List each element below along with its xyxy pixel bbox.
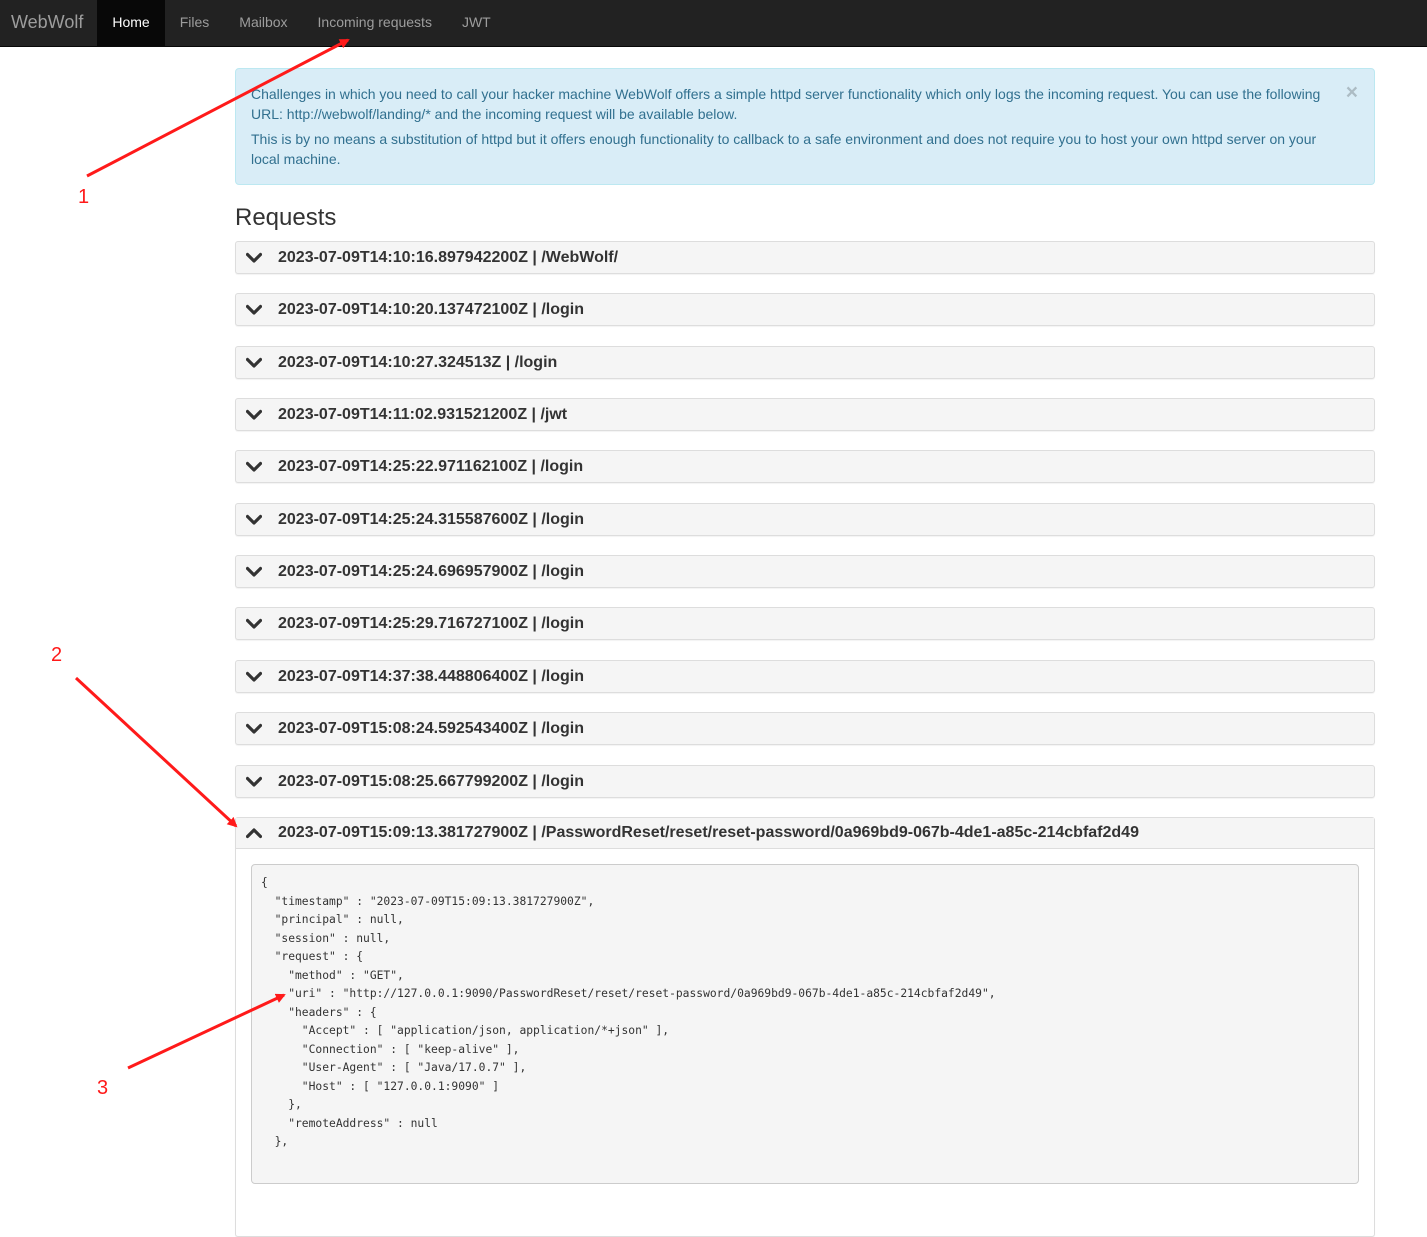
request-panel[interactable]: 2023-07-09T14:25:24.315587600Z | /login	[235, 503, 1375, 536]
request-panel-expanded[interactable]: 2023-07-09T15:09:13.381727900Z | /Passwo…	[235, 817, 1375, 1237]
request-panel-heading[interactable]: 2023-07-09T14:10:20.137472100Z | /login	[236, 294, 1374, 325]
nav-home[interactable]: Home	[97, 0, 165, 46]
chevron-up-icon	[246, 827, 262, 839]
request-panel[interactable]: 2023-07-09T14:10:16.897942200Z | /WebWol…	[235, 241, 1375, 274]
request-title: 2023-07-09T14:10:16.897942200Z | /WebWol…	[278, 248, 619, 266]
request-panel-heading[interactable]: 2023-07-09T14:25:24.315587600Z | /login	[236, 504, 1374, 535]
request-title: 2023-07-09T15:08:24.592543400Z | /login	[278, 719, 584, 737]
request-title: 2023-07-09T14:10:20.137472100Z | /login	[278, 300, 584, 318]
request-json: { "timestamp" : "2023-07-09T15:09:13.381…	[251, 864, 1359, 1184]
request-panel[interactable]: 2023-07-09T14:10:20.137472100Z | /login	[235, 293, 1375, 326]
chevron-down-icon	[246, 671, 262, 683]
nav-jwt[interactable]: JWT	[447, 0, 506, 46]
request-title: 2023-07-09T14:37:38.448806400Z | /login	[278, 667, 584, 685]
info-alert: × Challenges in which you need to call y…	[235, 68, 1375, 185]
alert-paragraph-2: This is by no means a substitution of ht…	[251, 131, 1317, 167]
request-title: 2023-07-09T14:25:22.971162100Z | /login	[278, 457, 584, 475]
request-panel[interactable]: 2023-07-09T14:11:02.931521200Z | /jwt	[235, 398, 1375, 431]
chevron-down-icon	[246, 461, 262, 473]
request-title: 2023-07-09T14:11:02.931521200Z | /jwt	[278, 405, 568, 423]
request-panel[interactable]: 2023-07-09T14:25:22.971162100Z | /login	[235, 450, 1375, 483]
request-panel[interactable]: 2023-07-09T14:25:24.696957900Z | /login	[235, 555, 1375, 588]
chevron-down-icon	[246, 566, 262, 578]
request-title: 2023-07-09T14:25:29.716727100Z | /login	[278, 614, 584, 632]
request-panel-heading[interactable]: 2023-07-09T14:25:22.971162100Z | /login	[236, 451, 1374, 482]
request-title: 2023-07-09T14:25:24.315587600Z | /login	[278, 510, 584, 528]
request-panel[interactable]: 2023-07-09T14:25:29.716727100Z | /login	[235, 607, 1375, 640]
request-panel-heading[interactable]: 2023-07-09T14:11:02.931521200Z | /jwt	[236, 399, 1374, 430]
request-title: 2023-07-09T15:09:13.381727900Z | /Passwo…	[278, 824, 1139, 841]
request-panel-heading[interactable]: 2023-07-09T15:08:25.667799200Z | /login	[236, 766, 1374, 797]
navbar: WebWolf Home Files Mailbox Incoming requ…	[0, 0, 1427, 47]
annotation-arrow-2	[74, 676, 238, 828]
chevron-down-icon	[246, 776, 262, 788]
nav-files[interactable]: Files	[165, 0, 225, 46]
chevron-down-icon	[246, 723, 262, 735]
request-panel[interactable]: 2023-07-09T15:08:24.592543400Z | /login	[235, 712, 1375, 745]
request-panel[interactable]: 2023-07-09T15:08:25.667799200Z | /login	[235, 765, 1375, 798]
annotation-label-1: 1	[78, 186, 90, 208]
request-panel[interactable]: 2023-07-09T14:10:27.324513Z | /login	[235, 346, 1375, 379]
request-panel-heading[interactable]: 2023-07-09T14:25:24.696957900Z | /login	[236, 556, 1374, 587]
request-panel-heading[interactable]: 2023-07-09T14:10:16.897942200Z | /WebWol…	[236, 242, 1374, 273]
request-panel-heading[interactable]: 2023-07-09T14:25:29.716727100Z | /login	[236, 608, 1374, 639]
nav-incoming-requests[interactable]: Incoming requests	[303, 0, 447, 46]
nav-mailbox[interactable]: Mailbox	[224, 0, 302, 46]
chevron-down-icon	[246, 252, 262, 264]
request-title: 2023-07-09T14:25:24.696957900Z | /login	[278, 562, 584, 580]
request-panel-heading[interactable]: 2023-07-09T15:09:13.381727900Z | /Passwo…	[236, 818, 1374, 849]
requests-heading: Requests	[235, 204, 337, 231]
request-panel-heading[interactable]: 2023-07-09T15:08:24.592543400Z | /login	[236, 713, 1374, 744]
chevron-down-icon	[246, 304, 262, 316]
request-title: 2023-07-09T15:08:25.667799200Z | /login	[278, 772, 584, 790]
annotation-label-2: 2	[51, 644, 63, 666]
request-body: { "timestamp" : "2023-07-09T15:09:13.381…	[236, 849, 1374, 1184]
chevron-down-icon	[246, 357, 262, 369]
brand-logo[interactable]: WebWolf	[0, 0, 97, 46]
request-panel-heading[interactable]: 2023-07-09T14:37:38.448806400Z | /login	[236, 661, 1374, 692]
chevron-down-icon	[246, 618, 262, 630]
request-title: 2023-07-09T14:10:27.324513Z | /login	[278, 353, 558, 371]
chevron-down-icon	[246, 514, 262, 526]
alert-paragraph-1: Challenges in which you need to call you…	[251, 86, 1321, 122]
chevron-down-icon	[246, 409, 262, 421]
request-panel[interactable]: 2023-07-09T14:37:38.448806400Z | /login	[235, 660, 1375, 693]
annotation-label-3: 3	[97, 1077, 109, 1099]
close-icon[interactable]: ×	[1346, 82, 1358, 103]
request-panel-heading[interactable]: 2023-07-09T14:10:27.324513Z | /login	[236, 347, 1374, 378]
